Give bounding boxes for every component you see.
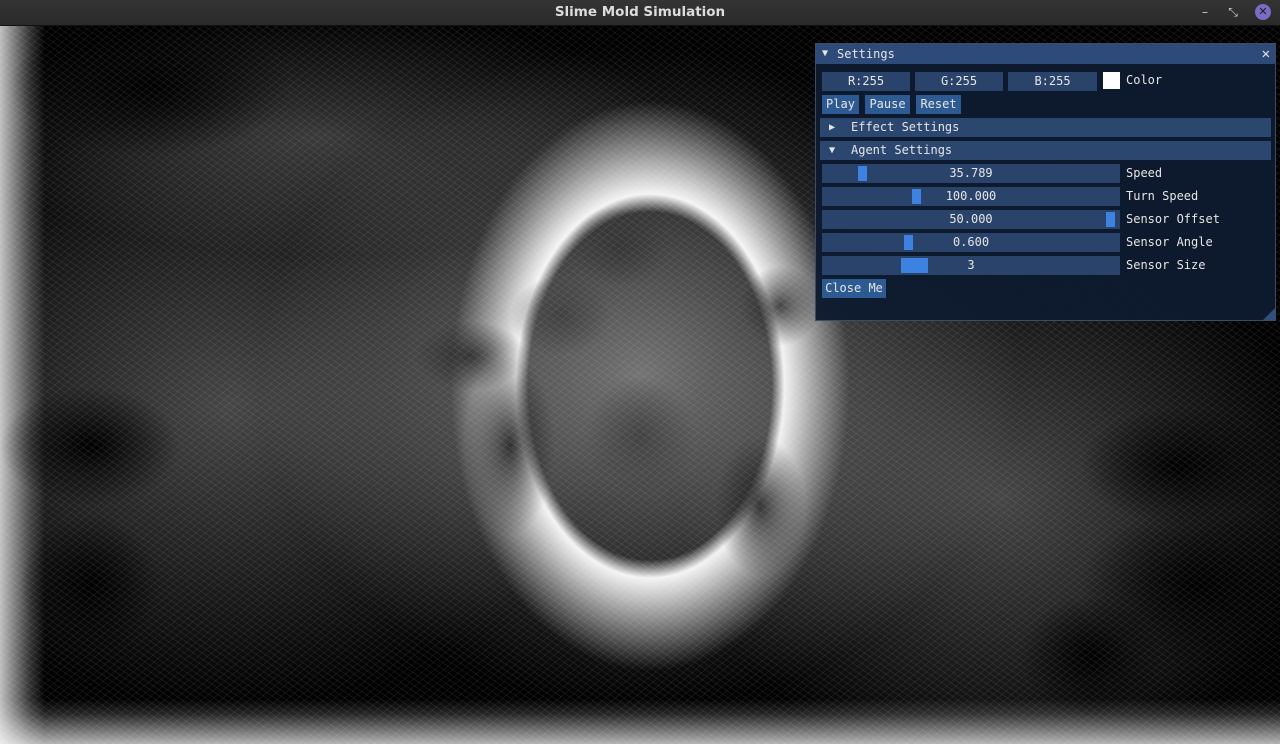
close-icon[interactable]: ✕ [1255, 4, 1271, 20]
pause-button[interactable]: Pause [865, 95, 910, 114]
sensor-offset-slider[interactable]: 50.000 [822, 210, 1120, 229]
settings-close-icon[interactable]: ✕ [1262, 44, 1270, 64]
reset-button[interactable]: Reset [916, 95, 961, 114]
close-me-button[interactable]: Close Me [822, 279, 886, 298]
sensor-size-label: Sensor Size [1126, 258, 1206, 272]
slider-value: 3 [967, 258, 975, 272]
color-b-field[interactable]: B:255 [1008, 72, 1097, 91]
sensor-offset-label: Sensor Offset [1126, 212, 1220, 226]
collapse-icon[interactable]: ▼ [822, 44, 828, 64]
color-swatch[interactable] [1103, 72, 1120, 89]
color-g-field[interactable]: G:255 [915, 72, 1003, 91]
resize-grip[interactable] [1263, 308, 1275, 320]
settings-title-bar[interactable]: ▼ Settings ✕ [816, 44, 1275, 64]
play-button[interactable]: Play [822, 95, 859, 114]
color-label: Color [1126, 73, 1163, 87]
maximize-icon[interactable]: ⤡ [1225, 4, 1241, 20]
minimize-icon[interactable]: – [1197, 4, 1213, 20]
slider-value: 50.000 [949, 212, 993, 226]
speed-label: Speed [1126, 166, 1163, 180]
settings-window: ▼ Settings ✕ R:255 G:255 B:255 Color Pla… [815, 43, 1276, 321]
slider-value: 0.600 [952, 235, 990, 249]
slider-value: 100.000 [945, 189, 997, 203]
window-title: Slime Mold Simulation [554, 4, 726, 20]
speed-slider[interactable]: 35.789 [822, 164, 1120, 183]
turn-speed-label: Turn Speed [1126, 189, 1199, 203]
color-r-field[interactable]: R:255 [822, 72, 910, 91]
effect-settings-label: Effect Settings [851, 120, 960, 134]
slider-value: 35.789 [949, 166, 993, 180]
window-titlebar: Slime Mold Simulation – ⤡ ✕ [0, 0, 1280, 26]
agent-settings-header[interactable]: ▼ Agent Settings [820, 141, 1271, 160]
sensor-angle-slider[interactable]: 0.600 [822, 233, 1120, 252]
expand-icon: ▶ [829, 122, 836, 133]
agent-settings-label: Agent Settings [851, 143, 953, 157]
turn-speed-slider[interactable]: 100.000 [822, 187, 1120, 206]
settings-title: Settings [837, 47, 895, 61]
collapse-icon: ▼ [829, 145, 836, 156]
sensor-angle-label: Sensor Angle [1126, 235, 1213, 249]
effect-settings-header[interactable]: ▶ Effect Settings [820, 118, 1271, 137]
sensor-size-slider[interactable]: 3 [822, 256, 1120, 275]
